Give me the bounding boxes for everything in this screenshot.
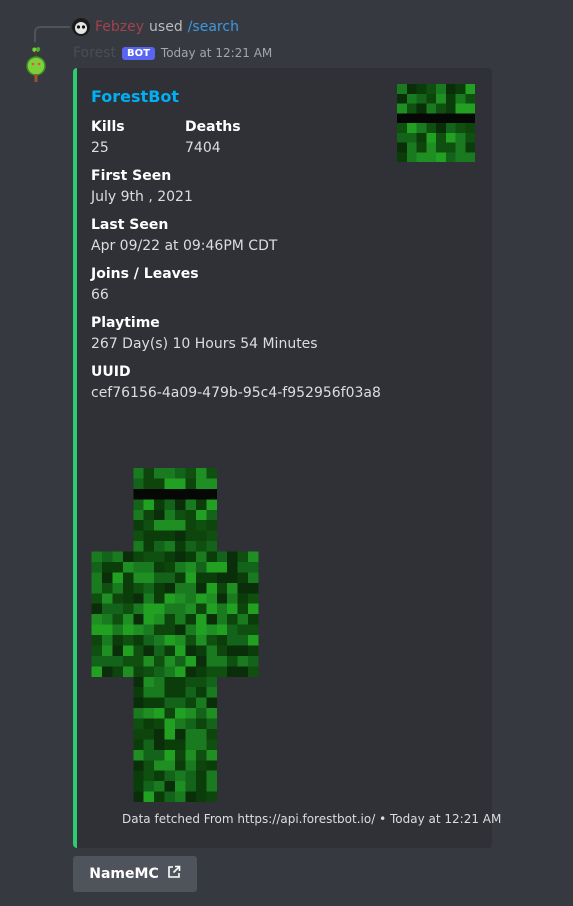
first-seen-label: First Seen <box>91 168 172 184</box>
embed-skin-image[interactable] <box>91 468 259 802</box>
joins-value: 66 <box>91 287 109 303</box>
footer-source: Data fetched From https://api.forestbot.… <box>122 812 376 826</box>
last-seen-label: Last Seen <box>91 217 169 233</box>
last-seen-value: Apr 09/22 at 09:46PM CDT <box>91 238 278 254</box>
first-seen-value: July 9th , 2021 <box>91 189 193 205</box>
playtime-label: Playtime <box>91 315 160 331</box>
footer-separator: • <box>379 812 387 826</box>
bot-badge: BOT <box>121 46 155 60</box>
reply-command[interactable]: /search <box>188 19 239 35</box>
reply-avatar[interactable] <box>72 18 90 36</box>
reply-used-text: used <box>149 19 183 35</box>
deaths-label: Deaths <box>185 119 241 135</box>
playtime-value: 267 Day(s) 10 Hours 54 Minutes <box>91 336 318 352</box>
embed-footer: Data fetched From https://api.forestbot.… <box>122 812 501 826</box>
bot-avatar[interactable] <box>20 44 52 86</box>
footer-timestamp: Today at 12:21 AM <box>389 812 502 826</box>
message-header: Forest BOT Today at 12:21 AM <box>73 43 272 63</box>
embed-title[interactable]: ForestBot <box>91 87 179 106</box>
message-timestamp: Today at 12:21 AM <box>160 46 273 60</box>
namemc-button-label: NameMC <box>89 866 159 882</box>
kills-value: 25 <box>91 140 109 156</box>
kills-label: Kills <box>91 119 125 135</box>
deaths-value: 7404 <box>185 140 221 156</box>
embed-thumbnail[interactable] <box>397 84 475 162</box>
external-link-icon <box>167 865 181 883</box>
author-name[interactable]: Forest <box>73 45 116 61</box>
namemc-button[interactable]: NameMC <box>73 856 197 892</box>
joins-label: Joins / Leaves <box>91 266 199 282</box>
uuid-value: cef76156-4a09-479b-95c4-f952956f03a8 <box>91 385 381 401</box>
embed-card: ForestBot Kills 25 Deaths 7404 First See… <box>73 68 501 848</box>
reply-username[interactable]: Febzey <box>95 19 144 35</box>
uuid-label: UUID <box>91 364 131 380</box>
reply-connector <box>34 26 70 42</box>
reply-preview[interactable]: Febzey used /search <box>72 18 239 36</box>
